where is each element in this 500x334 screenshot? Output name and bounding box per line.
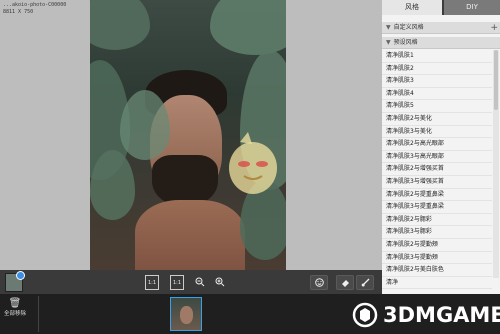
- eraser-icon[interactable]: [336, 275, 354, 290]
- tab-diy[interactable]: DIY: [444, 0, 500, 15]
- collapse-arrow-icon: ▼: [386, 24, 391, 31]
- brush-icon[interactable]: [356, 275, 374, 290]
- list-item[interactable]: 清净肌肤3与提勤颊: [382, 252, 492, 265]
- face-detect-icon[interactable]: [310, 275, 328, 290]
- style-panel: 风格 DIY ▼ 自定义风格 + ▼ 预设风格 清净肌肤1 清净肌肤2 清净肌肤3 …: [382, 0, 500, 294]
- list-item[interactable]: 清净肌肤2与提重鼻梁: [382, 189, 492, 202]
- list-item[interactable]: 清净: [382, 277, 492, 290]
- list-item[interactable]: 清净肌肤2与美化: [382, 113, 492, 126]
- trash-icon: 🗑: [8, 298, 22, 309]
- remove-all-label: 全部移除: [3, 311, 26, 317]
- list-item[interactable]: 清净肌肤5: [382, 100, 492, 113]
- custom-style-label: 自定义风格: [393, 24, 424, 31]
- list-item[interactable]: 清净肌肤3与提重鼻梁: [382, 201, 492, 214]
- zoom-out-icon[interactable]: [194, 275, 206, 288]
- collapse-arrow-icon: ▼: [386, 39, 391, 46]
- preset-style-label: 预设风格: [393, 39, 418, 46]
- list-item[interactable]: 清净肌肤2与高光眼部: [382, 138, 492, 151]
- add-style-icon[interactable]: +: [490, 22, 498, 34]
- film-thumbnail[interactable]: [170, 297, 202, 331]
- panel-tabs: 风格 DIY: [382, 0, 500, 15]
- remove-all-button[interactable]: 🗑 全部移除: [0, 298, 30, 332]
- list-item[interactable]: 清净肌肤3与增强买首: [382, 176, 492, 189]
- preset-style-group[interactable]: ▼ 预设风格: [382, 37, 500, 49]
- list-item[interactable]: 清净肌肤3与腮彩: [382, 226, 492, 239]
- 3dm-logo-icon: [352, 302, 378, 328]
- scrollbar-thumb[interactable]: [494, 50, 498, 110]
- list-item[interactable]: 清净肌肤3与高光眼部: [382, 151, 492, 164]
- layer-badge-icon: [16, 271, 25, 280]
- image-viewer[interactable]: ...akoio-photo-C00000 8811 X 750: [0, 0, 382, 270]
- file-name: ...akoio-photo-C00000: [3, 2, 67, 8]
- list-item[interactable]: 清净肌肤3: [382, 75, 492, 88]
- list-item[interactable]: 清净肌肤2与腮彩: [382, 214, 492, 227]
- watermark-logo: 3DMGAME: [383, 303, 500, 327]
- list-item[interactable]: 清净肌肤2与增强买首: [382, 163, 492, 176]
- tab-style[interactable]: 风格: [382, 0, 442, 15]
- list-item[interactable]: 清净肌肤4: [382, 88, 492, 101]
- actual-size-button[interactable]: 1:1: [145, 275, 160, 290]
- viewer-toolbar: 1:1 1:1: [0, 270, 382, 294]
- zoom-in-icon[interactable]: [214, 275, 226, 288]
- custom-style-group[interactable]: ▼ 自定义风格 +: [382, 22, 500, 34]
- fit-window-button[interactable]: 1:1: [170, 275, 185, 290]
- file-info: ...akoio-photo-C00000 8811 X 750: [3, 2, 66, 16]
- layer-thumbnail[interactable]: [5, 271, 25, 292]
- list-item[interactable]: 清净肌肤3与美化: [382, 126, 492, 139]
- preset-scrollbar[interactable]: [493, 50, 499, 278]
- list-item[interactable]: 清净肌肤2: [382, 63, 492, 76]
- list-item[interactable]: 清净肌肤2与提勤颊: [382, 239, 492, 252]
- watermark-mascot: [229, 132, 277, 194]
- file-size: 8811 X 750: [3, 9, 34, 15]
- list-item[interactable]: 清净肌肤1: [382, 50, 492, 63]
- filmstrip-divider: [38, 296, 39, 332]
- preset-list: 清净肌肤1 清净肌肤2 清净肌肤3 清净肌肤4 清净肌肤5 清净肌肤2与美化 清…: [382, 50, 492, 290]
- list-item[interactable]: 清净肌肤2与美白肤色: [382, 264, 492, 277]
